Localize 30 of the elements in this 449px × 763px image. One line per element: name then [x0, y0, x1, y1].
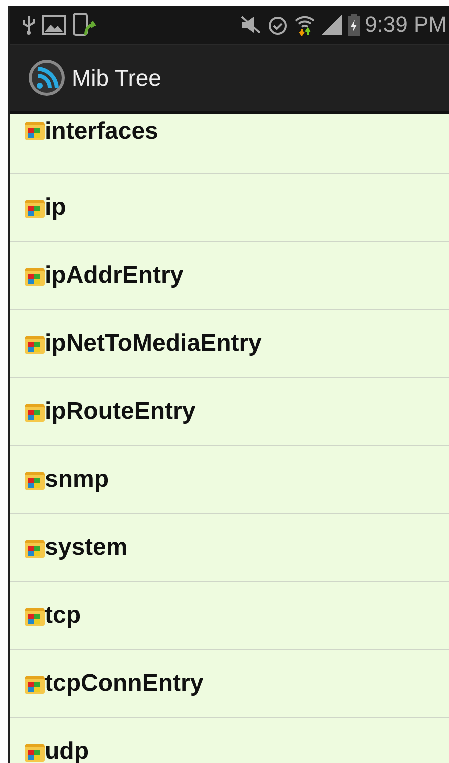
folder-icon [25, 199, 45, 219]
clock-time: 9:39 PM [365, 12, 447, 38]
list-item[interactable]: ipRouteEntry [10, 378, 449, 446]
app-title: Mib Tree [72, 64, 162, 92]
list-item[interactable]: snmp [10, 446, 449, 514]
alarm-icon [267, 14, 290, 36]
mute-icon [240, 15, 262, 35]
list-item[interactable]: system [10, 514, 449, 582]
folder-icon [25, 121, 45, 141]
list-item[interactable]: tcpConnEntry [10, 650, 449, 718]
folder-icon [25, 471, 45, 491]
list-item[interactable]: ip [10, 174, 449, 242]
battery-icon [348, 14, 360, 36]
signal-icon [321, 14, 344, 36]
list-item[interactable]: interfaces [10, 114, 449, 174]
folder-icon [25, 743, 45, 763]
app-logo-icon[interactable] [28, 59, 66, 97]
folder-icon [25, 539, 45, 559]
list-item[interactable]: tcp [10, 582, 449, 650]
list-item[interactable]: ipAddrEntry [10, 242, 449, 310]
image-icon [42, 15, 66, 35]
folder-icon [25, 267, 45, 287]
folder-icon [25, 607, 45, 627]
folder-icon [25, 335, 45, 355]
list-item[interactable]: ipNetToMediaEntry [10, 310, 449, 378]
folder-icon [25, 675, 45, 695]
usb-icon [22, 14, 36, 36]
phone-update-icon [72, 13, 98, 37]
folder-icon [25, 403, 45, 423]
wifi-icon [294, 14, 316, 36]
